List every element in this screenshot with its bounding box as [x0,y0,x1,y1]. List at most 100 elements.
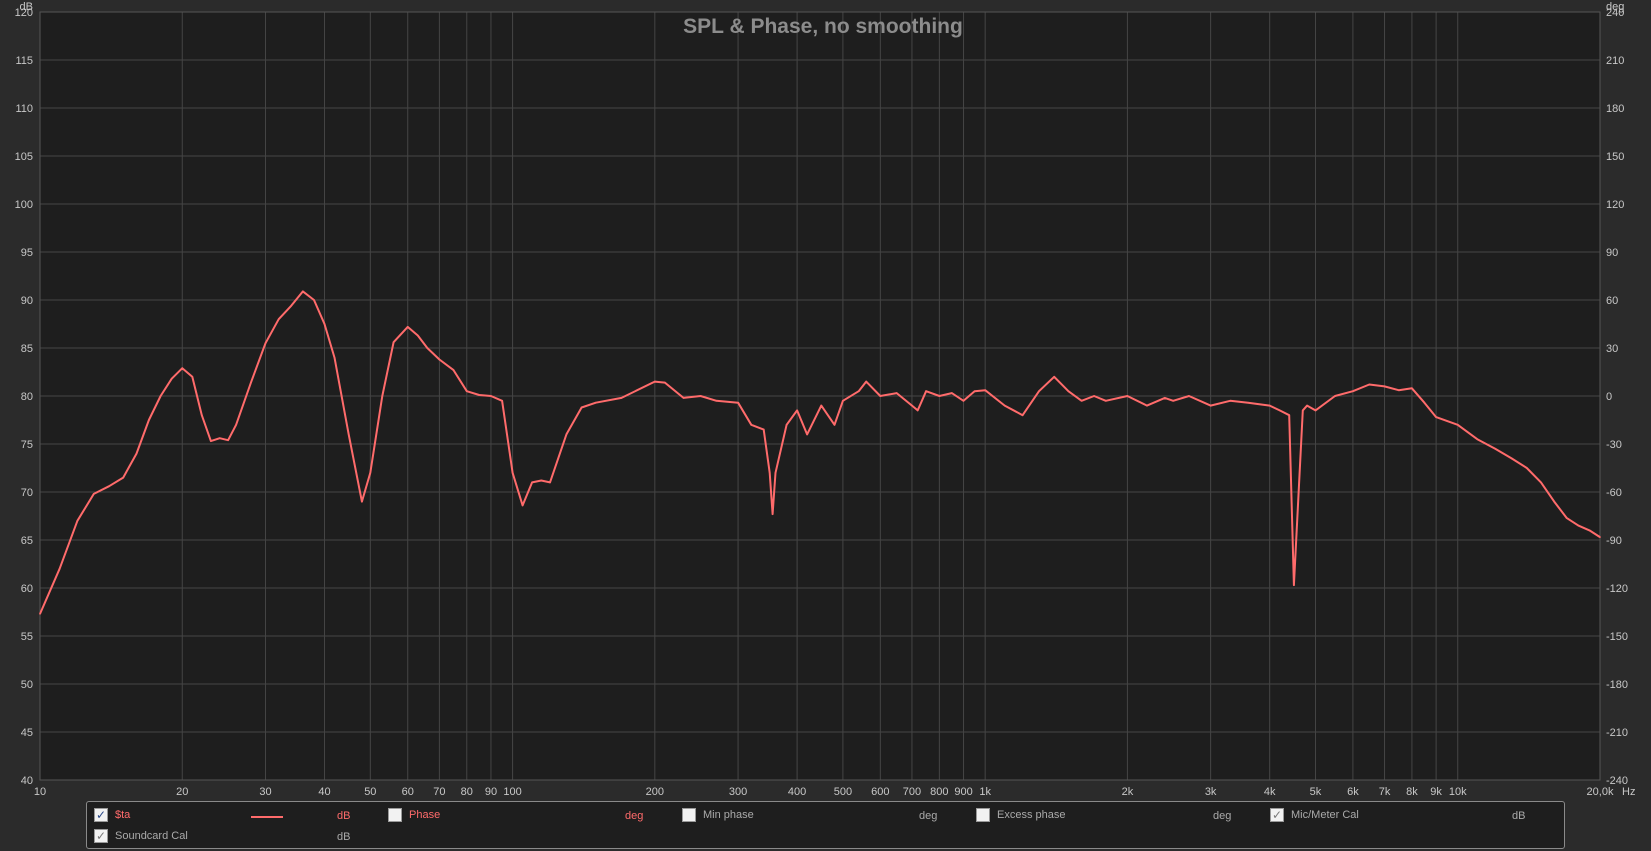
data-point [201,414,203,417]
data-point [333,356,336,359]
y-tick-label: 90 [21,295,33,307]
data-point [1209,404,1212,407]
data-point [452,369,455,371]
legend-panel: ✓ $ta dB Phase deg Min phase deg Excess … [86,801,1565,849]
x-tick-label: 40 [318,786,330,798]
data-point [1577,524,1580,527]
data-point [1510,457,1513,460]
data-point [1397,389,1400,392]
y-tick-label: 80 [21,391,33,403]
data-point [916,409,919,412]
data-point [277,318,280,321]
data-point [938,395,941,397]
x-tick-label: 50 [364,786,376,798]
legend-unit: dB [1512,810,1526,822]
legend-label: Phase [409,809,441,821]
x-tick-label: 10k [1449,786,1467,798]
data-point [580,406,583,409]
data-point [227,439,229,442]
data-point [1411,387,1413,390]
data-point [1126,395,1129,397]
x-tick-label: 100 [503,786,521,798]
x-tick-label: 6k [1347,786,1359,798]
trace-color-swatch [251,816,283,818]
legend-item-excess-phase[interactable]: Excess phase [976,805,1065,825]
legend-label: $ta [115,809,131,821]
legend-item-sta[interactable]: ✓ $ta [94,805,130,825]
data-point [1268,404,1271,407]
data-point [540,479,543,482]
x-tick-label: 30 [259,786,271,798]
y-right-tick-label: 90 [1606,247,1618,259]
legend-item-phase[interactable]: Phase [388,805,440,825]
data-point [595,401,597,404]
data-point [1334,395,1336,397]
checkbox-unchecked-icon[interactable] [682,808,696,822]
x-unit-label: Hz [1622,786,1635,798]
data-point [290,305,293,307]
legend-label: Mic/Meter Cal [1291,809,1359,821]
y-tick-label: 50 [21,679,33,691]
data-point [1383,385,1386,388]
legend-item-soundcard-cal[interactable]: ✓ Soundcard Cal [94,826,188,846]
y-tick-label: 60 [21,583,33,595]
legend-item-min-phase[interactable]: Min phase [682,805,754,825]
data-point [392,341,395,344]
legend-label: Min phase [703,809,754,821]
data-point [1093,395,1095,397]
data-point [1146,404,1148,407]
checkbox-unchecked-icon[interactable] [388,808,402,822]
data-point [737,401,739,404]
checkbox-unchecked-icon[interactable] [976,808,990,822]
y-right-tick-label: -120 [1606,583,1628,595]
data-point [1021,414,1024,417]
data-point [122,476,124,479]
spl-chart[interactable]: 120 240115 210110 180105 150100 12095 9090 6085… [0,0,1651,851]
legend-unit: deg [919,810,938,822]
checkbox-checked-icon[interactable]: ✓ [94,808,108,822]
data-point [865,380,867,383]
x-tick-label: 80 [461,786,473,798]
data-point [1314,409,1317,412]
data-point [833,424,836,426]
checkbox-checked-icon[interactable]: ✓ [94,829,108,843]
x-tick-label: 20,0k [1587,786,1614,798]
x-tick-label: 7k [1379,786,1391,798]
x-tick-label: 1k [979,786,991,798]
data-point [1494,448,1496,450]
x-tick-label: 5k [1310,786,1322,798]
data-point [347,433,350,436]
data-point [210,440,212,442]
x-tick-label: 600 [871,786,889,798]
data-point [1588,529,1591,532]
data-point [1553,500,1555,503]
data-point [962,400,965,402]
legend-unit: deg [1213,810,1232,822]
data-point [1229,400,1231,402]
y-right-tick-label: 0 [1606,391,1612,403]
checkbox-checked-icon[interactable]: ✓ [1270,808,1284,822]
data-point [549,481,551,484]
y-tick-label: 100 [15,199,33,211]
data-point [170,377,173,380]
legend-item-mic-meter-cal[interactable]: ✓ Mic/Meter Cal [1270,805,1359,825]
data-point [313,299,315,301]
data-point [1423,401,1426,404]
x-tick-label: 9k [1430,786,1442,798]
data-point [895,392,898,394]
data-point [93,493,95,495]
data-point [1164,397,1166,399]
data-point [58,568,61,570]
y-right-tick-label: -180 [1606,679,1628,691]
y-tick-label: 110 [15,103,33,115]
data-point [381,395,384,397]
y-right-tick-label: 210 [1606,55,1624,67]
data-point [1038,390,1040,393]
y-right-tick-label: -90 [1606,535,1622,547]
data-point [774,472,777,474]
data-point [1105,400,1107,402]
y-tick-label: 70 [21,487,33,499]
data-point [973,390,976,393]
data-point [1067,390,1070,393]
data-point [191,376,194,378]
